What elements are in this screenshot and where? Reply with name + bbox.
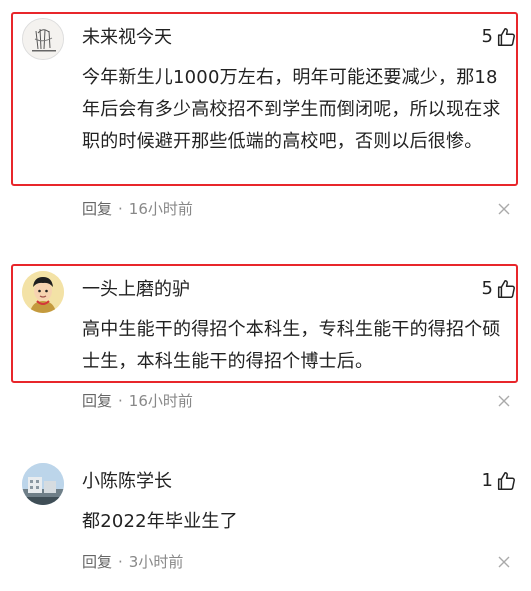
- close-icon[interactable]: [497, 394, 511, 408]
- like-button[interactable]: 1: [482, 468, 517, 494]
- comment-meta: 回复 · 16小时前: [82, 198, 193, 220]
- comment-item: 未来视今天 5 今年新生儿1000万左右，明年可能还要减少，那18年后会有多少高…: [0, 0, 531, 230]
- thumbs-up-icon: [497, 472, 515, 490]
- comment-text: 今年新生儿1000万左右，明年可能还要减少，那18年后会有多少高校招不到学生而倒…: [82, 67, 501, 152]
- close-icon[interactable]: [497, 555, 511, 569]
- comment-meta: 回复 · 16小时前: [82, 390, 193, 412]
- thumbs-up-icon: [497, 28, 515, 46]
- username[interactable]: 小陈陈学长: [82, 470, 172, 494]
- like-count: 5: [481, 26, 493, 47]
- cartoon-character-icon: [22, 271, 64, 313]
- reply-button[interactable]: 回复: [82, 392, 112, 410]
- close-icon[interactable]: [497, 202, 511, 216]
- sketch-avatar-icon: [23, 19, 63, 59]
- separator-dot: ·: [118, 553, 123, 571]
- avatar[interactable]: [22, 463, 64, 505]
- timestamp: 16小时前: [128, 200, 193, 218]
- like-count: 5: [481, 278, 493, 299]
- building-photo-icon: [22, 463, 64, 505]
- username[interactable]: 未来视今天: [82, 26, 172, 50]
- comment-text: 高中生能干的得招个本科生，专科生能干的得招个硕士生，本科生能干的得招个博士后。: [82, 319, 501, 372]
- comment-text: 都2022年毕业生了: [82, 511, 238, 532]
- reply-button[interactable]: 回复: [82, 200, 112, 218]
- like-count: 1: [481, 470, 493, 491]
- reply-button[interactable]: 回复: [82, 553, 112, 571]
- like-button[interactable]: 5: [482, 276, 517, 302]
- avatar[interactable]: [22, 271, 64, 313]
- comment-meta: 回复 · 3小时前: [82, 551, 183, 573]
- thumbs-up-icon: [497, 280, 515, 298]
- highlight-box: [11, 264, 518, 383]
- timestamp: 16小时前: [128, 392, 193, 410]
- separator-dot: ·: [118, 200, 123, 218]
- timestamp: 3小时前: [128, 553, 184, 571]
- like-button[interactable]: 5: [482, 24, 517, 50]
- avatar[interactable]: [22, 18, 64, 60]
- username[interactable]: 一头上磨的驴: [82, 278, 190, 302]
- separator-dot: ·: [118, 392, 123, 410]
